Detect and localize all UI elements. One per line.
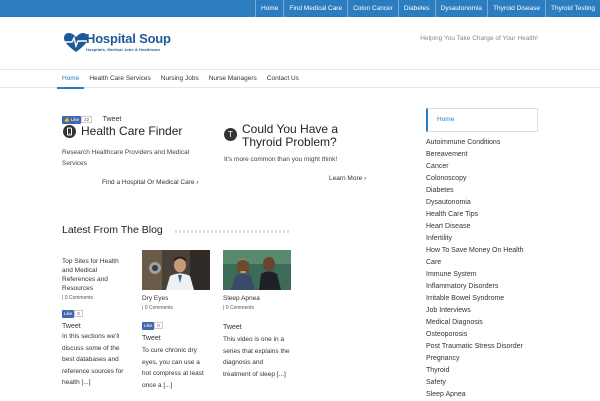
facebook-like-button[interactable]: Like bbox=[142, 321, 155, 330]
post-social-row: Tweet bbox=[223, 324, 291, 332]
sidebar-item-heart-disease[interactable]: Heart Disease bbox=[426, 221, 538, 233]
post-social-row: Like 0 Tweet bbox=[62, 305, 130, 331]
sidebar-item-thyroid[interactable]: Thyroid bbox=[426, 365, 538, 377]
main-nav: Home Health Care Services Nursing Jobs N… bbox=[0, 69, 600, 89]
main-nav-health-care-services[interactable]: Health Care Services bbox=[84, 70, 155, 89]
sidebar-item-safety[interactable]: Safety bbox=[426, 377, 538, 389]
sidebar-item-osteoporosis[interactable]: Osteoporosis bbox=[426, 329, 538, 341]
top-nav-home[interactable]: Home bbox=[255, 0, 283, 17]
top-nav-dysautonomia[interactable]: Dysautonomia bbox=[434, 0, 488, 17]
top-nav-colon-cancer[interactable]: Colon Cancer bbox=[347, 0, 398, 17]
main-nav-nurse-managers[interactable]: Nurse Managers bbox=[204, 70, 262, 89]
site-tagline: Helping You Take Charge of Your Health! bbox=[420, 35, 538, 42]
sidebar-item-ptsd[interactable]: Post Traumatic Stress Disorder bbox=[426, 341, 538, 353]
post-comments[interactable]: | 0 Comments bbox=[223, 305, 291, 311]
blog-heading-divider bbox=[175, 230, 291, 233]
category-list: Autoimmune Conditions Bereavement Cancer… bbox=[426, 137, 538, 401]
main-nav-nursing-jobs[interactable]: Nursing Jobs bbox=[156, 70, 204, 89]
sidebar-item-dysautonomia[interactable]: Dysautonomia bbox=[426, 197, 538, 209]
post-thumbnail-sleep[interactable] bbox=[223, 250, 291, 290]
sidebar-item-medical-diagnosis[interactable]: Medical Diagnosis bbox=[426, 317, 538, 329]
site-header: Hospital Soup Hospitals, Medical Jobs & … bbox=[0, 17, 600, 69]
site-logo[interactable]: Hospital Soup Hospitals, Medical Jobs & … bbox=[64, 31, 180, 57]
sidebar-item-save-money-health-care[interactable]: How To Save Money On Health Care bbox=[426, 245, 538, 269]
post-title[interactable]: Sleep Apnea bbox=[223, 294, 291, 303]
top-nav-diabetes[interactable]: Diabetes bbox=[397, 0, 435, 17]
post-social-row: Like 0 Tweet bbox=[142, 317, 210, 343]
phone-icon bbox=[63, 125, 76, 138]
like-count: 0 bbox=[154, 322, 163, 330]
like-count: 22 bbox=[81, 116, 93, 124]
feature-title-thyroid-line2[interactable]: Thyroid Problem? bbox=[242, 136, 337, 149]
logo-subtitle: Hospitals, Medical Jobs & Healthcare bbox=[86, 47, 161, 52]
post-excerpt: This video is one in a series that expla… bbox=[223, 336, 290, 378]
sidebar-item-infertility[interactable]: Infertility bbox=[426, 233, 538, 245]
logo-title: Hospital Soup bbox=[86, 31, 171, 46]
top-nav-find-medical-care[interactable]: Find Medical Care bbox=[283, 0, 347, 17]
sidebar-item-sleep-apnea[interactable]: Sleep Apnea bbox=[426, 389, 538, 401]
top-nav-thyroid-disease[interactable]: Thyroid Disease bbox=[487, 0, 545, 17]
sidebar: Home Autoimmune Conditions Bereavement C… bbox=[426, 108, 538, 401]
blog-post: Top Sites for Health and Medical Referen… bbox=[62, 257, 130, 389]
feature-text-thyroid: It's more common than you might think! bbox=[224, 156, 338, 163]
blog-heading: Latest From The Blog bbox=[62, 224, 163, 236]
sidebar-item-pregnancy[interactable]: Pregnancy bbox=[426, 353, 538, 365]
sidebar-item-autoimmune-conditions[interactable]: Autoimmune Conditions bbox=[426, 137, 538, 149]
tweet-button[interactable]: Tweet bbox=[223, 324, 291, 332]
top-nav-thyroid-testing[interactable]: Thyroid Testing bbox=[545, 0, 600, 17]
main-nav-contact-us[interactable]: Contact Us bbox=[262, 70, 304, 89]
post-excerpt: To cure chronic dry eyes, you can use a … bbox=[142, 347, 204, 389]
learn-more-link[interactable]: Learn More › bbox=[329, 175, 366, 182]
top-utility-bar: Home Find Medical Care Colon Cancer Diab… bbox=[0, 0, 600, 17]
like-label: Like bbox=[144, 322, 153, 328]
like-count: 0 bbox=[74, 310, 83, 318]
heart-pulse-icon bbox=[64, 33, 88, 52]
post-comments[interactable]: | 0 Comments bbox=[62, 295, 130, 301]
sidebar-item-irritable-bowel-syndrome[interactable]: Irritable Bowel Syndrome bbox=[426, 293, 538, 305]
blog-post: Sleep Apnea | 0 Comments Tweet This vide… bbox=[223, 250, 291, 380]
blog-post: Dry Eyes | 0 Comments Like 0 Tweet To cur… bbox=[142, 250, 210, 391]
thyroid-t-icon: T bbox=[224, 128, 237, 141]
feature-title-health-care-finder[interactable]: Health Care Finder bbox=[81, 125, 182, 138]
thumbs-up-icon: 👍 bbox=[64, 116, 70, 122]
top-nav: Home Find Medical Care Colon Cancer Diab… bbox=[0, 0, 600, 17]
post-excerpt: In this sections we'll discuss some of t… bbox=[62, 333, 124, 386]
main-nav-home[interactable]: Home bbox=[57, 70, 85, 89]
sidebar-item-immune-system[interactable]: Immune System bbox=[426, 269, 538, 281]
like-label: Like bbox=[64, 310, 73, 316]
sidebar-item-bereavement[interactable]: Bereavement bbox=[426, 149, 538, 161]
tweet-button[interactable]: Tweet bbox=[142, 335, 210, 343]
facebook-like-button[interactable]: Like bbox=[62, 309, 75, 318]
tweet-button[interactable]: Tweet bbox=[62, 323, 130, 331]
sidebar-item-colonoscopy[interactable]: Colonoscopy bbox=[426, 173, 538, 185]
sidebar-item-diabetes[interactable]: Diabetes bbox=[426, 185, 538, 197]
sidebar-item-health-care-tips[interactable]: Health Care Tips bbox=[426, 209, 538, 221]
sidebar-item-inflammatory-disorders[interactable]: Inflammatory Disorders bbox=[426, 281, 538, 293]
tweet-button[interactable]: Tweet bbox=[103, 116, 122, 123]
sidebar-item-job-interviews[interactable]: Job Interviews bbox=[426, 305, 538, 317]
sidebar-item-cancer[interactable]: Cancer bbox=[426, 161, 538, 173]
post-thumbnail-doctor[interactable] bbox=[142, 250, 210, 290]
post-comments[interactable]: | 0 Comments bbox=[142, 305, 210, 311]
sidebar-home-link[interactable]: Home bbox=[426, 108, 538, 132]
find-hospital-link[interactable]: Find a Hospital Or Medical Care › bbox=[102, 179, 198, 186]
feature-text-health-care-finder: Research Healthcare Providers and Medica… bbox=[62, 149, 190, 167]
like-label: Like bbox=[70, 116, 80, 122]
post-title[interactable]: Top Sites for Health and Medical Referen… bbox=[62, 257, 130, 293]
facebook-like-button[interactable]: 👍 Like bbox=[62, 115, 82, 124]
post-title[interactable]: Dry Eyes bbox=[142, 294, 210, 303]
